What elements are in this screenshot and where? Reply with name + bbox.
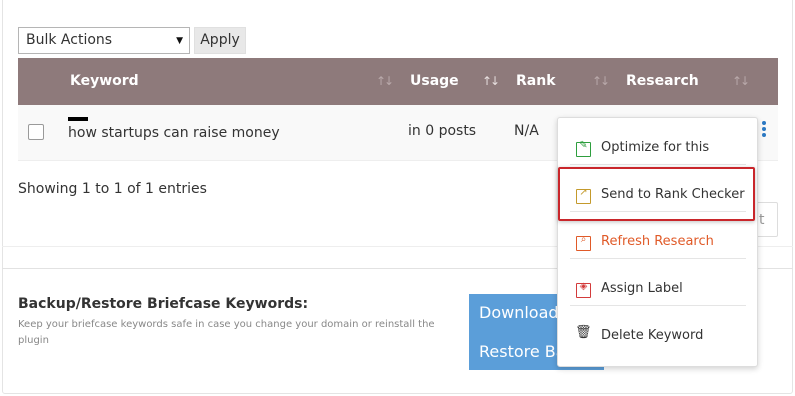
redaction-mark <box>68 117 88 121</box>
menu-item-label: Refresh Research <box>601 234 714 249</box>
apply-button[interactable]: Apply <box>194 27 246 54</box>
edit-icon: ✎ <box>576 140 591 157</box>
rank-cell: N/A <box>514 123 539 139</box>
backup-title: Backup/Restore Briefcase Keywords: <box>18 296 309 312</box>
menu-item-assign-label[interactable]: ◈ Assign Label <box>558 259 757 305</box>
column-header-rank[interactable]: Rank <box>516 73 556 89</box>
tag-icon: ◈ <box>576 281 591 298</box>
download-button[interactable]: Download <box>479 303 559 322</box>
table-header: Keyword ↑↓ Usage ↑↓ Rank ↑↓ Research ↑↓ <box>18 58 778 105</box>
keyword-cell: how startups can raise money <box>68 125 280 141</box>
column-header-usage[interactable]: Usage <box>410 73 459 89</box>
row-checkbox[interactable] <box>28 124 44 140</box>
sort-icon[interactable]: ↑↓ <box>482 74 500 88</box>
backup-description: Keep your briefcase keywords safe in cas… <box>18 319 435 346</box>
highlight-box <box>558 167 755 221</box>
trash-icon: 🗑 <box>575 325 592 340</box>
entries-info: Showing 1 to 1 of 1 entries <box>18 181 207 197</box>
column-header-research[interactable]: Research <box>626 73 699 89</box>
more-options-icon[interactable] <box>762 121 766 139</box>
sort-icon[interactable]: ↑↓ <box>592 74 610 88</box>
menu-item-label: Optimize for this <box>601 140 710 155</box>
column-header-keyword[interactable]: Keyword <box>70 73 139 89</box>
chevron-down-icon: ▼ <box>176 36 183 46</box>
bulk-actions-value: Bulk Actions <box>26 32 113 48</box>
usage-cell: in 0 posts <box>408 123 477 139</box>
row-actions-menu: ✎ Optimize for this ↗ Send to Rank Check… <box>557 117 758 367</box>
restore-button[interactable]: Restore Ba <box>479 342 566 361</box>
sort-icon[interactable]: ↑↓ <box>732 74 750 88</box>
bulk-actions-select[interactable]: Bulk Actions ▼ <box>18 27 190 54</box>
sort-icon[interactable]: ↑↓ <box>376 74 394 88</box>
menu-item-optimize[interactable]: ✎ Optimize for this <box>558 118 757 164</box>
search-icon: ⌕ <box>576 234 591 251</box>
menu-item-label: Delete Keyword <box>601 328 704 343</box>
menu-item-delete-keyword[interactable]: 🗑 Delete Keyword <box>558 306 757 352</box>
menu-item-label: Assign Label <box>601 281 683 296</box>
